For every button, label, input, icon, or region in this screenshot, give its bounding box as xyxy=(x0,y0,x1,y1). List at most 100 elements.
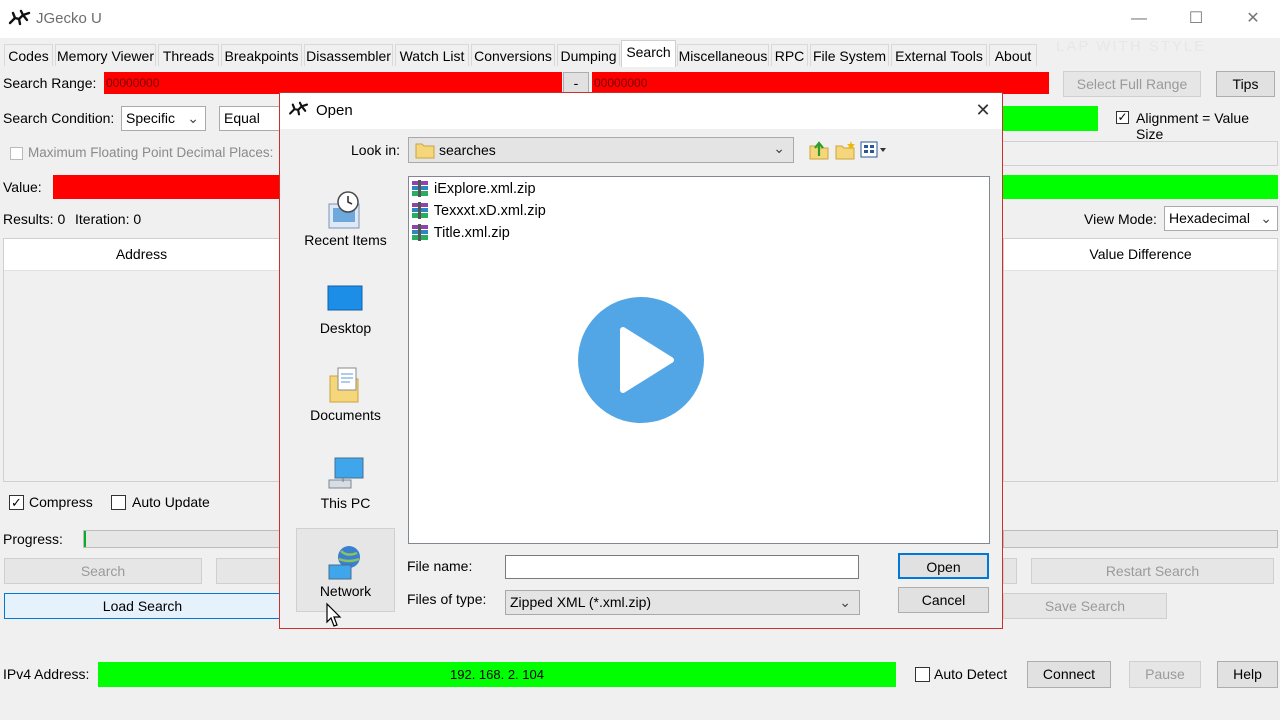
column-header-value-difference[interactable]: Value Difference xyxy=(1004,239,1277,271)
tab-conversions[interactable]: Conversions xyxy=(471,44,555,66)
app-title: JGecko U xyxy=(36,10,102,27)
gecko-logo-icon xyxy=(289,101,309,116)
tab-miscellaneous[interactable]: Miscellaneous xyxy=(677,44,769,66)
place-recent-items[interactable]: Recent Items xyxy=(296,180,395,264)
value-field[interactable] xyxy=(53,175,283,199)
tab-breakpoints[interactable]: Breakpoints xyxy=(221,44,302,66)
auto-update-label: Auto Update xyxy=(132,494,210,510)
place-this-pc[interactable]: This PC xyxy=(296,450,395,528)
condition-value-green-field[interactable] xyxy=(1000,106,1098,131)
dialog-close-icon[interactable]: ✕ xyxy=(970,98,996,122)
load-search-button[interactable]: Load Search xyxy=(4,593,281,619)
range-start-field[interactable]: 00000000 xyxy=(104,72,562,94)
tab-watch-list[interactable]: Watch List xyxy=(395,44,469,66)
list-item[interactable]: Title.xml.zip xyxy=(410,222,610,244)
zip-file-icon xyxy=(412,224,428,242)
tab-disassembler[interactable]: Disassembler xyxy=(304,44,393,66)
recent-items-icon xyxy=(328,191,360,229)
select-full-range-button[interactable]: Select Full Range xyxy=(1063,71,1201,97)
chevron-down-icon: ⌄ xyxy=(839,594,851,610)
cancel-button[interactable]: Cancel xyxy=(898,587,989,613)
view-menu-icon[interactable] xyxy=(860,141,888,159)
this-pc-icon xyxy=(328,457,364,489)
chevron-down-icon: ⌄ xyxy=(773,140,785,156)
view-mode-label: View Mode: xyxy=(1084,211,1157,227)
search-button[interactable]: Search xyxy=(4,558,202,584)
auto-detect-checkbox[interactable] xyxy=(915,667,930,682)
results-table-right[interactable]: Value Difference xyxy=(1003,238,1278,482)
folder-icon xyxy=(415,143,435,159)
view-mode-select[interactable]: Hexadecimal ⌄ xyxy=(1164,206,1278,231)
hidden-button-right[interactable] xyxy=(1003,558,1017,584)
place-label: Desktop xyxy=(319,320,372,336)
tab-file-system[interactable]: File System xyxy=(810,44,889,66)
zip-file-icon xyxy=(412,202,428,220)
column-header-address[interactable]: Address xyxy=(4,239,279,271)
help-button[interactable]: Help xyxy=(1217,661,1278,688)
ipv4-label: IPv4 Address: xyxy=(3,666,90,682)
open-button[interactable]: Open xyxy=(898,553,989,579)
restart-search-button[interactable]: Restart Search xyxy=(1031,558,1274,584)
tab-about[interactable]: About xyxy=(989,44,1037,66)
progress-bar xyxy=(83,530,281,548)
place-network[interactable]: Network xyxy=(296,528,395,612)
view-mode-value: Hexadecimal xyxy=(1169,210,1250,226)
file-name: Texxxt.xD.xml.zip xyxy=(433,203,546,219)
minimize-icon[interactable]: — xyxy=(1116,6,1162,32)
place-label: Network xyxy=(319,583,372,599)
place-label: Documents xyxy=(310,407,381,423)
list-item[interactable]: Texxxt.xD.xml.zip xyxy=(410,200,610,222)
network-icon xyxy=(328,546,360,580)
file-name: Title.xml.zip xyxy=(433,225,510,241)
max-fp-field[interactable] xyxy=(1000,141,1278,166)
play-icon xyxy=(620,327,674,393)
tab-dumping[interactable]: Dumping xyxy=(557,44,620,66)
auto-update-checkbox[interactable] xyxy=(111,495,126,510)
file-name-input[interactable] xyxy=(505,555,859,579)
max-fp-label: Maximum Floating Point Decimal Places: xyxy=(28,145,274,160)
max-fp-checkbox[interactable] xyxy=(10,147,23,160)
list-item[interactable]: iExplore.xml.zip xyxy=(410,178,610,200)
tab-memory-viewer[interactable]: Memory Viewer xyxy=(55,44,156,66)
alignment-label: Alignment = Value Size xyxy=(1136,110,1249,142)
range-end-field[interactable]: 00000000 xyxy=(592,72,1049,94)
search-range-label: Search Range: xyxy=(3,75,97,91)
look-in-value: searches xyxy=(439,142,496,158)
place-documents[interactable]: Documents xyxy=(296,362,395,440)
files-of-type-label: Files of type: xyxy=(407,591,487,607)
dialog-titlebar xyxy=(280,93,1002,129)
ip-address-field[interactable]: 192. 168. 2. 104 xyxy=(98,662,896,687)
app-titlebar xyxy=(0,0,1280,38)
tips-button[interactable]: Tips xyxy=(1216,71,1275,97)
close-icon[interactable]: ✕ xyxy=(1230,6,1276,32)
maximize-icon[interactable]: ☐ xyxy=(1173,6,1219,32)
mouse-cursor-icon xyxy=(326,602,342,627)
tab-rpc[interactable]: RPC xyxy=(771,44,808,66)
desktop-icon xyxy=(327,285,363,311)
new-folder-icon[interactable] xyxy=(834,139,856,161)
files-of-type-value: Zipped XML (*.xml.zip) xyxy=(510,594,652,610)
tab-codes[interactable]: Codes xyxy=(4,44,53,66)
look-in-select[interactable]: searches ⌄ xyxy=(408,137,794,163)
file-list-items: iExplore.xml.zip Texxxt.xD.xml.zip Title… xyxy=(410,178,610,244)
results-label: Results: 0 xyxy=(3,211,66,227)
save-search-button[interactable]: Save Search xyxy=(1003,593,1167,619)
value-green-field[interactable] xyxy=(1000,175,1278,199)
value-label: Value: xyxy=(3,179,42,195)
compress-checkbox[interactable]: ✓ xyxy=(9,495,24,510)
pause-button[interactable]: Pause xyxy=(1129,661,1201,688)
file-name-label: File name: xyxy=(407,558,473,574)
tab-threads[interactable]: Threads xyxy=(158,44,219,66)
up-folder-icon[interactable] xyxy=(808,139,830,161)
tab-external-tools[interactable]: External Tools xyxy=(891,44,987,66)
tab-search[interactable]: Search xyxy=(621,40,676,67)
place-desktop[interactable]: Desktop xyxy=(296,276,395,352)
alignment-checkbox[interactable]: ✓ xyxy=(1116,111,1129,124)
results-table-left[interactable]: Address xyxy=(3,238,280,482)
file-name: iExplore.xml.zip xyxy=(434,181,536,197)
connect-button[interactable]: Connect xyxy=(1027,661,1111,688)
files-of-type-select[interactable]: Zipped XML (*.xml.zip) ⌄ xyxy=(505,590,860,615)
hidden-button[interactable] xyxy=(216,558,280,584)
iteration-label: Iteration: 0 xyxy=(75,211,142,227)
condition-type-select[interactable]: Specific ⌄ xyxy=(121,106,206,131)
